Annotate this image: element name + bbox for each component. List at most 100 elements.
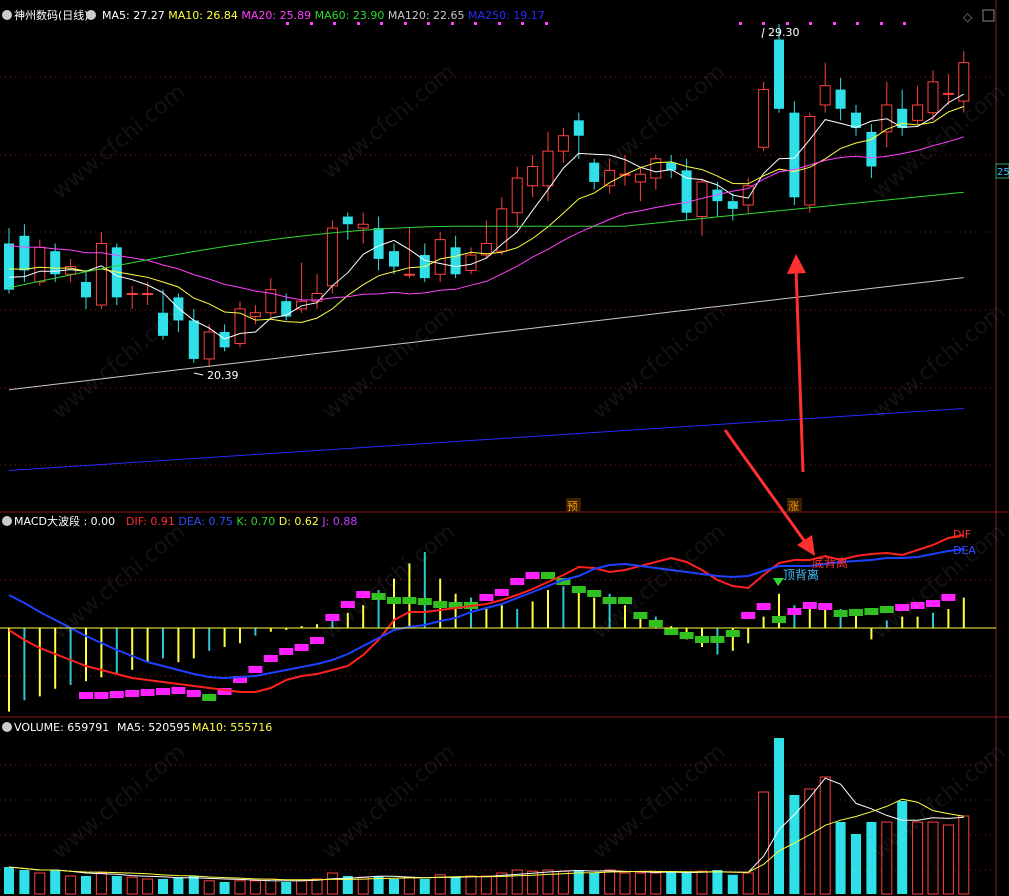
macd-block [248,666,263,673]
candle-body [511,177,523,214]
candle-body [450,247,461,275]
high-pointer [761,27,765,39]
macd-title: MACD大波段 : 0.00 [14,514,115,528]
signal-dot [903,22,906,25]
macd-block [587,590,602,597]
macd-block [648,620,663,627]
dea-end-label: DEA [953,544,976,557]
legend-item: K: 0.70 [233,515,275,528]
volume-bar [311,878,323,895]
panel-toggle-icon[interactable] [2,10,12,20]
candle-body [81,281,91,298]
volume-bar [4,867,14,894]
macd-block [833,610,848,617]
macd-block [741,612,756,619]
volume-bar [265,878,277,895]
low-price-label: 20.39 [207,369,239,382]
macd-block [186,690,201,697]
volume-bar [158,879,168,894]
macd-block [94,692,109,699]
volume-bar [296,880,308,895]
legend-item: J: 0.88 [319,515,357,528]
volume-bar [557,870,569,895]
signal-dot [809,22,812,25]
ma5-line [8,93,965,340]
macd-block [695,636,709,643]
settings-circle-icon[interactable] [86,10,96,20]
ma10-line [8,106,964,323]
legend-item: MA5: 27.27 [102,9,165,22]
volume-bar [727,874,738,894]
signal-dot [474,22,477,25]
macd-block [310,637,324,644]
macd-block [109,691,124,698]
candle-body [342,216,353,225]
macd-block [263,655,278,662]
candle-body [34,246,46,283]
candle-body [650,158,662,179]
candle-body [527,166,539,187]
candle-body [219,331,230,348]
red-arrow [794,267,805,473]
signal-dot [380,22,383,25]
candle-body [357,223,369,229]
legend-item: MA10: 26.84 [165,9,238,22]
diamond-icon[interactable]: ◇ [963,10,973,24]
candle-body [727,201,738,209]
macd-block [433,601,448,608]
marker-zhang-text: 涨 [788,500,799,513]
candle-body [126,293,138,296]
candle-body [434,239,446,275]
macd-block [787,608,802,615]
macd-block [279,648,294,655]
macd-block [818,603,833,610]
volume-bar [419,879,430,894]
candle-body [389,251,399,267]
macd-toggle-icon[interactable] [2,516,12,526]
legend-item: MA120: 22.65 [384,9,464,22]
macd-block [710,636,725,643]
volume-bar [81,876,91,894]
candle-body [4,243,14,290]
signal-dot [856,22,859,25]
signal-dot [833,22,836,25]
signal-dot [427,22,430,25]
volume-bar [619,872,631,895]
annotation-dingbeili: 顶背离 [783,567,819,582]
signal-dot [498,22,501,25]
legend-item: DIF: 0.91 [126,515,175,528]
candle-body [203,331,215,360]
legend-item: MA20: 25.89 [238,9,311,22]
volume-bar [742,872,754,895]
macd-block [849,609,863,616]
watermark: www.cfchi.com [588,739,730,864]
volume-bar [34,872,46,895]
low-pointer [193,372,204,376]
volume-bar [203,880,215,895]
macd-block [679,632,694,639]
volume-title: VOLUME: 659791 [14,721,109,734]
volume-bar [851,834,861,894]
watermark: www.cfchi.com [48,79,190,204]
candle-body [634,173,646,183]
volume-bar [389,879,399,894]
volume-bar [511,869,523,895]
watermark: www.cfchi.com [48,299,190,424]
window-box-icon[interactable] [982,9,995,22]
volume-bar [542,869,554,895]
candle-body [927,81,939,114]
signal-dot [286,22,289,25]
volume-bar [249,880,261,895]
volume-bar [666,871,677,894]
signal-dot [739,22,742,25]
volume-toggle-icon[interactable] [2,722,12,732]
candle-body [958,62,970,102]
macd-block [402,597,417,604]
volume-bar [65,875,77,895]
signal-dot [451,22,454,25]
volume-bar [774,738,784,894]
legend-item: DEA: 0.75 [175,515,233,528]
macd-block [171,687,186,694]
candle-body [789,112,800,198]
volume-bar [219,882,230,894]
